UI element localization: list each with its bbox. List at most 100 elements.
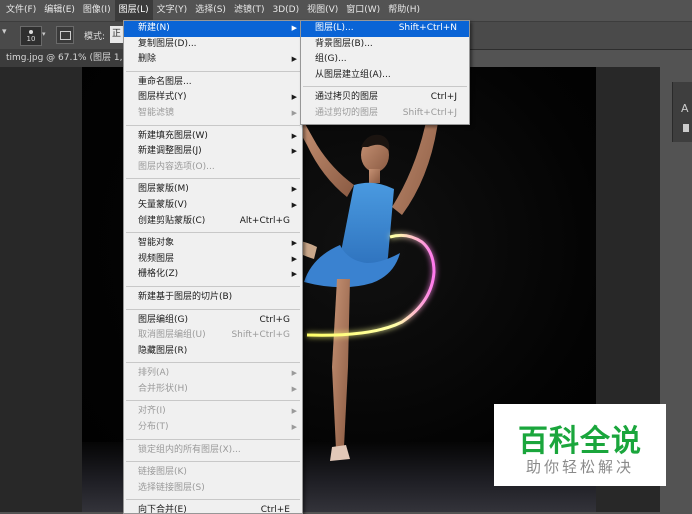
paragraph-panel-icon[interactable] (683, 124, 689, 132)
watermark-title: 百科全说 (518, 424, 642, 459)
document-tab[interactable]: timg.jpg @ 67.1% (图层 1, RGB (0, 49, 129, 67)
menu-item[interactable]: 删除 ▶ (124, 52, 302, 68)
menu-item: 取消图层编组(U) Shift+Ctrl+G (124, 328, 302, 344)
menu-separator (126, 285, 300, 287)
menu-item[interactable]: 新建调整图层(J) ▶ (124, 144, 302, 160)
menu-item-label: 组(G)... (315, 54, 347, 65)
menu-item[interactable]: 图层样式(Y) ▶ (124, 90, 302, 106)
submenu-arrow-icon: ▶ (291, 384, 297, 393)
menu-item-label: 排列(A) (138, 368, 170, 379)
menu-item[interactable]: 图层蒙版(M) ▶ (124, 182, 302, 198)
menu-separator (126, 308, 300, 310)
menu-item-label: 通过剪切的图层 (315, 107, 379, 118)
menu-10[interactable]: 帮助(H) (384, 0, 424, 21)
menu-item[interactable]: 智能对象 ▶ (124, 236, 302, 252)
menu-item: 链接图层(K) (124, 465, 302, 481)
menu-item[interactable]: 从图层建立组(A)... (301, 68, 469, 84)
collapsed-panel[interactable]: A (672, 82, 692, 142)
menu-item-label: 删除 (138, 54, 157, 65)
menu-item-label: 隐藏图层(R) (138, 345, 188, 356)
brush-picker-arrow-icon[interactable]: ▾ (42, 30, 46, 38)
menu-item[interactable]: 新建(N) ▶ (124, 21, 302, 37)
watermark-subtitle: 助你轻松解决 (525, 458, 634, 476)
brush-preset-picker[interactable]: 10 (20, 26, 42, 46)
watermark-logo: 百科全说 助你轻松解决 (494, 404, 666, 486)
menu-1[interactable]: 编辑(E) (40, 0, 79, 21)
menu-item-label: 复制图层(D)... (138, 38, 197, 49)
menu-9[interactable]: 窗口(W) (342, 0, 384, 21)
menu-6[interactable]: 滤镜(T) (230, 0, 269, 21)
menu-item-shortcut: Shift+Ctrl+G (231, 330, 290, 341)
menu-item: 选择链接图层(S) (124, 481, 302, 497)
submenu-arrow-icon: ▶ (291, 147, 297, 156)
menu-item-label: 栅格化(Z) (138, 269, 179, 280)
menu-item-label: 新建基于图层的切片(B) (138, 291, 233, 302)
menu-separator (126, 70, 300, 72)
menu-4[interactable]: 文字(Y) (153, 0, 192, 21)
menu-item-shortcut: Ctrl+G (259, 314, 290, 325)
menu-item: 锁定组内的所有图层(X)... (124, 443, 302, 459)
submenu-arrow-icon: ▶ (291, 93, 297, 102)
menu-item-label: 图层(L)... (315, 23, 354, 33)
menu-item-label: 视频图层 (138, 253, 175, 264)
menu-item-label: 图层蒙版(M) (138, 184, 189, 195)
menu-item: 智能滤镜 ▶ (124, 106, 302, 122)
menu-item: 分布(T) ▶ (124, 420, 302, 436)
menu-item-shortcut: Shift+Ctrl+N (398, 23, 457, 33)
menu-item[interactable]: 重命名图层... (124, 75, 302, 91)
menu-item[interactable]: 视频图层 ▶ (124, 252, 302, 268)
menu-item[interactable]: 背景图层(B)... (301, 37, 469, 53)
menu-item[interactable]: 新建填充图层(W) ▶ (124, 129, 302, 145)
menu-item[interactable]: 通过拷贝的图层 Ctrl+J (301, 90, 469, 106)
menu-item-label: 新建填充图层(W) (138, 130, 208, 141)
menu-item-shortcut: Ctrl+J (430, 92, 457, 103)
menu-item[interactable]: 图层编组(G) Ctrl+G (124, 313, 302, 329)
menu-7[interactable]: 3D(D) (268, 0, 303, 21)
menu-3[interactable]: 图层(L) (114, 0, 153, 21)
menu-item-label: 锁定组内的所有图层(X)... (138, 444, 241, 455)
brush-tip-icon (29, 30, 33, 34)
menu-2[interactable]: 图像(I) (79, 0, 115, 21)
menu-item-label: 智能对象 (138, 238, 175, 249)
menu-separator (126, 362, 300, 364)
menu-item[interactable]: 矢量蒙版(V) ▶ (124, 198, 302, 214)
menu-5[interactable]: 选择(S) (191, 0, 230, 21)
menu-item[interactable]: 新建基于图层的切片(B) (124, 290, 302, 306)
menu-item[interactable]: 栅格化(Z) ▶ (124, 267, 302, 283)
menu-8[interactable]: 视图(V) (303, 0, 342, 21)
submenu-arrow-icon: ▶ (291, 407, 297, 416)
brush-size-value: 10 (26, 35, 36, 43)
menu-item: 合并形状(H) ▶ (124, 382, 302, 398)
mode-label: 模式: (84, 32, 106, 42)
character-panel-icon[interactable]: A (681, 102, 689, 115)
menu-item-label: 向下合并(E) (138, 505, 187, 514)
menu-item-shortcut: Shift+Ctrl+J (402, 107, 457, 118)
menu-item-label: 图层内容选项(O)... (138, 161, 215, 172)
brush-panel-toggle-icon[interactable] (56, 26, 74, 44)
menu-separator (126, 461, 300, 463)
menu-item[interactable]: 组(G)... (301, 52, 469, 68)
submenu-arrow-icon: ▶ (291, 108, 297, 117)
new-submenu: 图层(L)... Shift+Ctrl+N 背景图层(B)... 组(G)... 从图层… (300, 20, 470, 125)
submenu-arrow-icon: ▶ (291, 131, 297, 140)
submenu-arrow-icon: ▶ (291, 55, 297, 64)
submenu-arrow-icon: ▶ (291, 423, 297, 432)
menu-item[interactable]: 创建剪贴蒙版(C) Alt+Ctrl+G (124, 214, 302, 230)
menu-item-label: 选择链接图层(S) (138, 482, 205, 493)
menu-item: 图层内容选项(O)... (124, 160, 302, 176)
menu-item[interactable]: 向下合并(E) Ctrl+E (124, 503, 302, 514)
menu-item-label: 取消图层编组(U) (138, 330, 206, 341)
tool-preset-dropdown[interactable]: ▾ (2, 27, 10, 43)
submenu-arrow-icon: ▶ (291, 369, 297, 378)
menu-0[interactable]: 文件(F) (2, 0, 40, 21)
submenu-arrow-icon: ▶ (291, 24, 297, 32)
submenu-arrow-icon: ▶ (291, 270, 297, 279)
menu-item[interactable]: 复制图层(D)... (124, 37, 302, 53)
menu-separator (126, 499, 300, 501)
menubar: 文件(F) 编辑(E) 图像(I) 图层(L) 文字(Y) 选择(S) 滤镜(T) 3D(D)… (0, 0, 692, 21)
menu-item-label: 智能滤镜 (138, 107, 175, 118)
menu-item[interactable]: 隐藏图层(R) (124, 344, 302, 360)
menu-item: 排列(A) ▶ (124, 366, 302, 382)
menu-item[interactable]: 图层(L)... Shift+Ctrl+N (301, 21, 469, 37)
menu-item-label: 分布(T) (138, 422, 169, 433)
